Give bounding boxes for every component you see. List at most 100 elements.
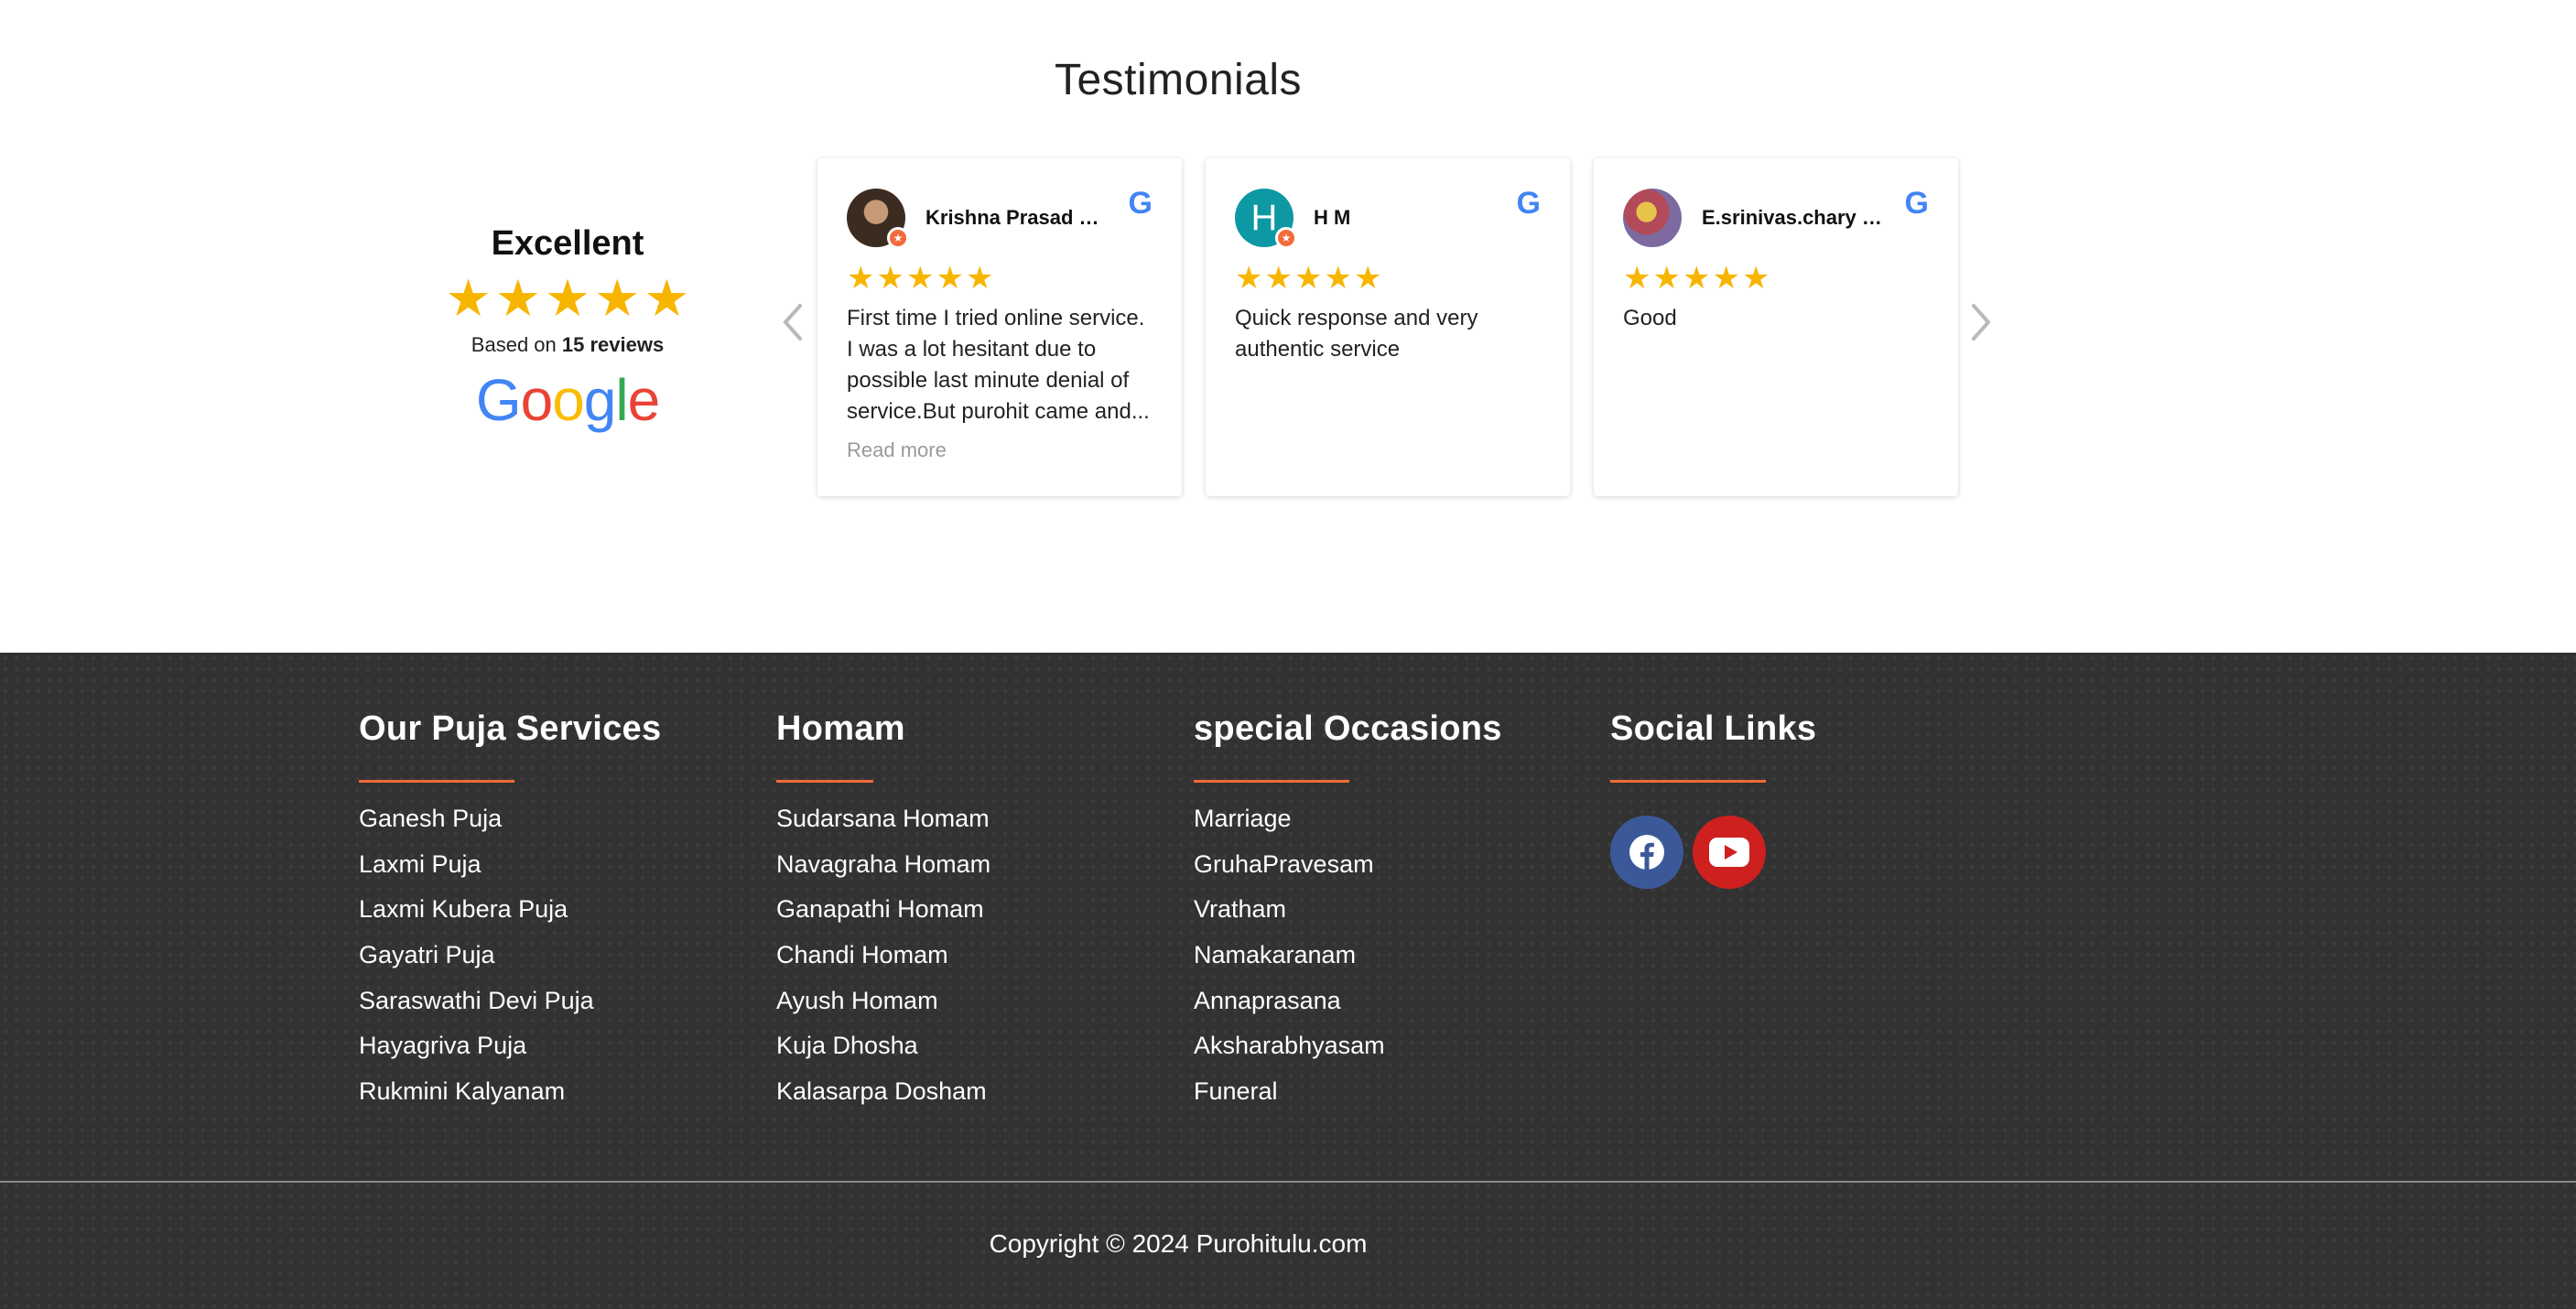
star-icon: ★ [1235,261,1263,296]
footer-list: Ganesh Puja Laxmi Puja Laxmi Kubera Puja… [359,801,661,1120]
reviews-count: 15 reviews [561,333,665,356]
star-icon: ★ [847,261,875,296]
star-icon: ★ [1741,261,1770,296]
star-icon: ★ [644,269,690,327]
review-stars: ★ ★ ★ ★ ★ [1623,263,1929,294]
footer-link[interactable]: Kuja Dhosha [776,1028,990,1074]
youtube-icon [1709,838,1749,867]
star-icon: ★ [1324,261,1352,296]
facebook-icon [1629,835,1664,870]
google-icon: G [1904,186,1929,221]
summary-stars: ★ ★ ★ ★ ★ [430,273,705,324]
footer-col-occasions: special Occasions Marriage GruhaPravesam… [1194,709,1502,1120]
footer-link[interactable]: Ganapathi Homam [776,892,990,937]
star-icon: ★ [1652,261,1681,296]
heading-underline [1194,780,1349,783]
reviewer-name[interactable]: E.srinivas.chary E.... [1702,206,1885,230]
footer-link[interactable]: Navagraha Homam [776,847,990,892]
footer-list: Marriage GruhaPravesam Vratham Namakaran… [1194,801,1502,1120]
footer-link[interactable]: Annaprasana [1194,983,1502,1029]
star-icon: ★ [1623,261,1651,296]
footer-link[interactable]: Marriage [1194,801,1502,847]
star-icon: ★ [445,269,492,327]
review-stars: ★ ★ ★ ★ ★ [1235,263,1541,294]
footer-heading: Social Links [1610,709,1817,748]
footer-link[interactable]: GruhaPravesam [1194,847,1502,892]
star-icon: ★ [965,261,994,296]
star-icon: ★ [1712,261,1740,296]
google-logo: Google [475,367,660,433]
rating-word: Excellent [491,224,644,263]
review-text: First time I tried online service. I was… [847,306,1150,424]
testimonials-section: Testimonials Excellent ★ ★ ★ ★ ★ Based o… [0,0,2576,653]
star-icon: ★ [494,269,541,327]
review-card: E.srinivas.chary E.... G ★ ★ ★ ★ ★ Good [1594,158,1958,496]
footer-link[interactable]: Kalasarpa Dosham [776,1074,990,1120]
star-icon: ★ [936,261,964,296]
footer-link[interactable]: Funeral [1194,1074,1502,1120]
review-header: E.srinivas.chary E.... [1623,188,1929,248]
review-header: H ★ H M [1235,188,1541,249]
rating-summary: Excellent ★ ★ ★ ★ ★ Based on 15 reviews … [430,224,705,432]
footer-divider [0,1181,2576,1183]
google-icon: G [1516,186,1541,221]
footer-heading: Our Puja Services [359,709,662,748]
footer-link[interactable]: Ganesh Puja [359,801,661,847]
star-icon: ★ [1682,261,1711,296]
footer-link[interactable]: Saraswathi Devi Puja [359,983,661,1029]
star-icon: ★ [1293,261,1323,296]
heading-underline [776,780,873,783]
carousel-prev-arrow[interactable] [780,302,804,349]
review-stars: ★ ★ ★ ★ ★ [847,263,1153,294]
review-card: ★ Krishna Prasad M... G ★ ★ ★ ★ ★ First time… [817,158,1182,496]
avatar: H ★ [1235,189,1297,249]
footer-col-homam: Homam Sudarsana Homam Navagraha Homam Ga… [776,709,990,1120]
footer-link[interactable]: Namakaranam [1194,937,1502,983]
social-links [1610,816,1816,889]
google-icon: G [1128,186,1153,221]
footer-link[interactable]: Gayatri Puja [359,937,661,983]
star-icon: ★ [544,269,591,327]
star-icon: ★ [1264,261,1293,296]
footer-link[interactable]: Sudarsana Homam [776,801,990,847]
reviewer-badge-icon: ★ [887,227,909,249]
review-text: Quick response and very authentic servic… [1235,306,1478,362]
review-header: ★ Krishna Prasad M... [847,188,1153,249]
footer-link[interactable]: Ayush Homam [776,983,990,1029]
review-card: H ★ H M G ★ ★ ★ ★ ★ Quick response and very … [1206,158,1570,496]
footer-link[interactable]: Vratham [1194,892,1502,937]
star-icon: ★ [594,269,641,327]
footer-link[interactable]: Chandi Homam [776,937,990,983]
footer-list: Sudarsana Homam Navagraha Homam Ganapath… [776,801,990,1120]
facebook-button[interactable] [1610,816,1683,889]
footer-heading: Homam [776,709,905,748]
reviewer-badge-icon: ★ [1275,227,1297,249]
footer-col-puja: Our Puja Services Ganesh Puja Laxmi Puja… [359,709,661,1120]
review-text: Good [1623,306,1677,330]
carousel-next-arrow[interactable] [1970,302,1994,349]
avatar: ★ [847,189,909,249]
star-icon: ★ [1353,261,1382,296]
based-prefix: Based on [471,333,557,356]
read-more-link[interactable]: Read more [847,438,1153,462]
star-icon: ★ [876,261,904,296]
footer-heading: special Occasions [1194,709,1502,748]
footer-link[interactable]: Hayagriva Puja [359,1028,661,1074]
footer-link[interactable]: Aksharabhyasam [1194,1028,1502,1074]
testimonials-title: Testimonials [1054,56,1303,104]
footer-link[interactable]: Laxmi Kubera Puja [359,892,661,937]
footer-col-social: Social Links [1610,709,1816,889]
youtube-button[interactable] [1693,816,1766,889]
reviews-count-text: Based on 15 reviews [430,333,705,357]
site-footer: Our Puja Services Ganesh Puja Laxmi Puja… [0,653,2576,1309]
avatar [1623,189,1682,247]
reviewer-name[interactable]: H M [1314,206,1497,230]
copyright-text: Copyright © 2024 Purohitulu.com [989,1229,1368,1258]
avatar-letter: H [1250,198,1278,238]
heading-underline [1610,780,1766,783]
footer-link[interactable]: Rukmini Kalyanam [359,1074,661,1120]
heading-underline [359,780,514,783]
star-icon: ★ [905,261,935,296]
reviewer-name[interactable]: Krishna Prasad M... [925,206,1109,230]
footer-link[interactable]: Laxmi Puja [359,847,661,892]
